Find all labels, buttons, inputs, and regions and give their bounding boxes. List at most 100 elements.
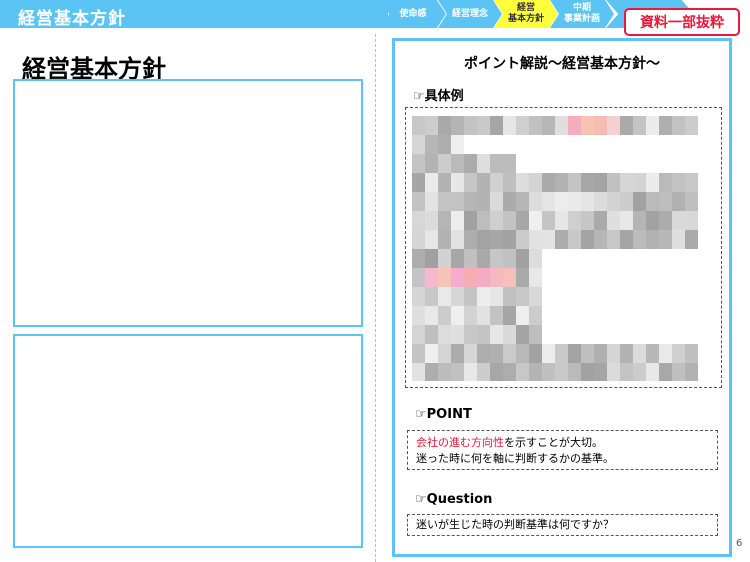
mosaic-cell	[607, 173, 620, 192]
step-mission[interactable]: 使命感	[380, 0, 446, 28]
mosaic-cell	[516, 268, 529, 287]
mosaic-cell	[620, 116, 633, 135]
mosaic-cell	[529, 306, 542, 325]
mosaic-cell	[451, 154, 464, 173]
mosaic-cell	[659, 116, 672, 135]
mosaic-cell	[516, 344, 529, 363]
mosaic-cell	[620, 192, 633, 211]
mosaic-cell	[464, 154, 477, 173]
mosaic-cell	[477, 116, 490, 135]
mosaic-cell	[451, 344, 464, 363]
mosaic-cell	[425, 287, 438, 306]
mosaic-cell	[503, 230, 516, 249]
mosaic-cell	[438, 363, 451, 381]
mosaic-cell	[516, 325, 529, 344]
mosaic-cell	[685, 211, 698, 230]
mosaic-cell	[633, 211, 646, 230]
mosaic-cell	[516, 363, 529, 381]
mosaic-cell	[477, 230, 490, 249]
mosaic-cell	[464, 211, 477, 230]
mosaic-cell	[529, 192, 542, 211]
point-line-1: 会社の進む方向性を示すことが大切。	[416, 435, 709, 451]
mosaic-cell	[672, 173, 685, 192]
mosaic-cell	[425, 230, 438, 249]
left-content-box-top	[13, 79, 363, 327]
mosaic-cell	[685, 173, 698, 192]
mosaic-cell	[503, 306, 516, 325]
mosaic-cell	[672, 363, 685, 381]
mosaic-cell	[555, 344, 568, 363]
step-basic-policy-label: 経営 基本方針	[507, 3, 544, 24]
mosaic-cell	[490, 173, 503, 192]
mosaic-cell	[477, 363, 490, 381]
mosaic-cell	[503, 173, 516, 192]
mosaic-cell	[659, 211, 672, 230]
mosaic-cell	[620, 211, 633, 230]
mosaic-cell	[503, 211, 516, 230]
step-basic-policy[interactable]: 経営 基本方針	[494, 0, 558, 28]
mosaic-cell	[529, 268, 542, 287]
mosaic-cell	[451, 306, 464, 325]
mosaic-cell	[659, 344, 672, 363]
step-philosophy[interactable]: 経営理念	[438, 0, 502, 28]
mosaic-cell	[516, 192, 529, 211]
mosaic-cell	[412, 154, 425, 173]
mosaic-cell	[555, 116, 568, 135]
mosaic-cell	[555, 173, 568, 192]
point-box: 会社の進む方向性を示すことが大切。 迷った時に何を軸に判断するかの基準。	[407, 430, 718, 470]
mosaic-cell	[568, 363, 581, 381]
mosaic-cell	[685, 192, 698, 211]
mosaic-cell	[659, 173, 672, 192]
mosaic-cell	[412, 230, 425, 249]
mosaic-cell	[438, 287, 451, 306]
mosaic-cell	[412, 363, 425, 381]
point-highlight: 会社の進む方向性	[416, 436, 504, 449]
mosaic-cell	[451, 287, 464, 306]
mosaic-cell	[477, 287, 490, 306]
mosaic-cell	[646, 116, 659, 135]
mosaic-cell	[503, 287, 516, 306]
mosaic-cell	[477, 306, 490, 325]
mosaic-cell	[490, 325, 503, 344]
step-midterm-plan[interactable]: 中期 事業計画	[550, 0, 614, 28]
mosaic-cell	[516, 211, 529, 230]
mosaic-cell	[412, 306, 425, 325]
mosaic-cell	[464, 268, 477, 287]
mosaic-cell	[529, 249, 542, 268]
question-box: 迷いが生じた時の判断基準は何ですか？	[407, 514, 718, 536]
mosaic-cell	[464, 344, 477, 363]
mosaic-cell	[490, 363, 503, 381]
mosaic-cell	[464, 306, 477, 325]
mosaic-cell	[412, 268, 425, 287]
page-number: 6	[736, 538, 743, 549]
mosaic-cell	[516, 306, 529, 325]
mosaic-cell	[503, 192, 516, 211]
mosaic-cell	[581, 192, 594, 211]
mosaic-cell	[633, 116, 646, 135]
mosaic-cell	[438, 344, 451, 363]
mosaic-cell	[438, 306, 451, 325]
mosaic-cell	[672, 230, 685, 249]
mosaic-cell	[438, 173, 451, 192]
mosaic-cell	[633, 192, 646, 211]
mosaic-cell	[425, 116, 438, 135]
mosaic-cell	[529, 116, 542, 135]
mosaic-cell	[464, 116, 477, 135]
mosaic-cell	[620, 173, 633, 192]
mosaic-cell	[516, 116, 529, 135]
mosaic-cell	[438, 116, 451, 135]
mosaic-cell	[594, 211, 607, 230]
mosaic-cell	[581, 116, 594, 135]
mosaic-cell	[477, 268, 490, 287]
mosaic-cell	[685, 230, 698, 249]
mosaic-cell	[425, 363, 438, 381]
mosaic-cell	[555, 211, 568, 230]
mosaic-cell	[516, 230, 529, 249]
mosaic-cell	[581, 211, 594, 230]
mosaic-cell	[412, 116, 425, 135]
center-divider	[375, 34, 376, 562]
mosaic-cell	[516, 173, 529, 192]
example-box	[405, 107, 722, 388]
mosaic-cell	[529, 363, 542, 381]
mosaic-cell	[529, 344, 542, 363]
